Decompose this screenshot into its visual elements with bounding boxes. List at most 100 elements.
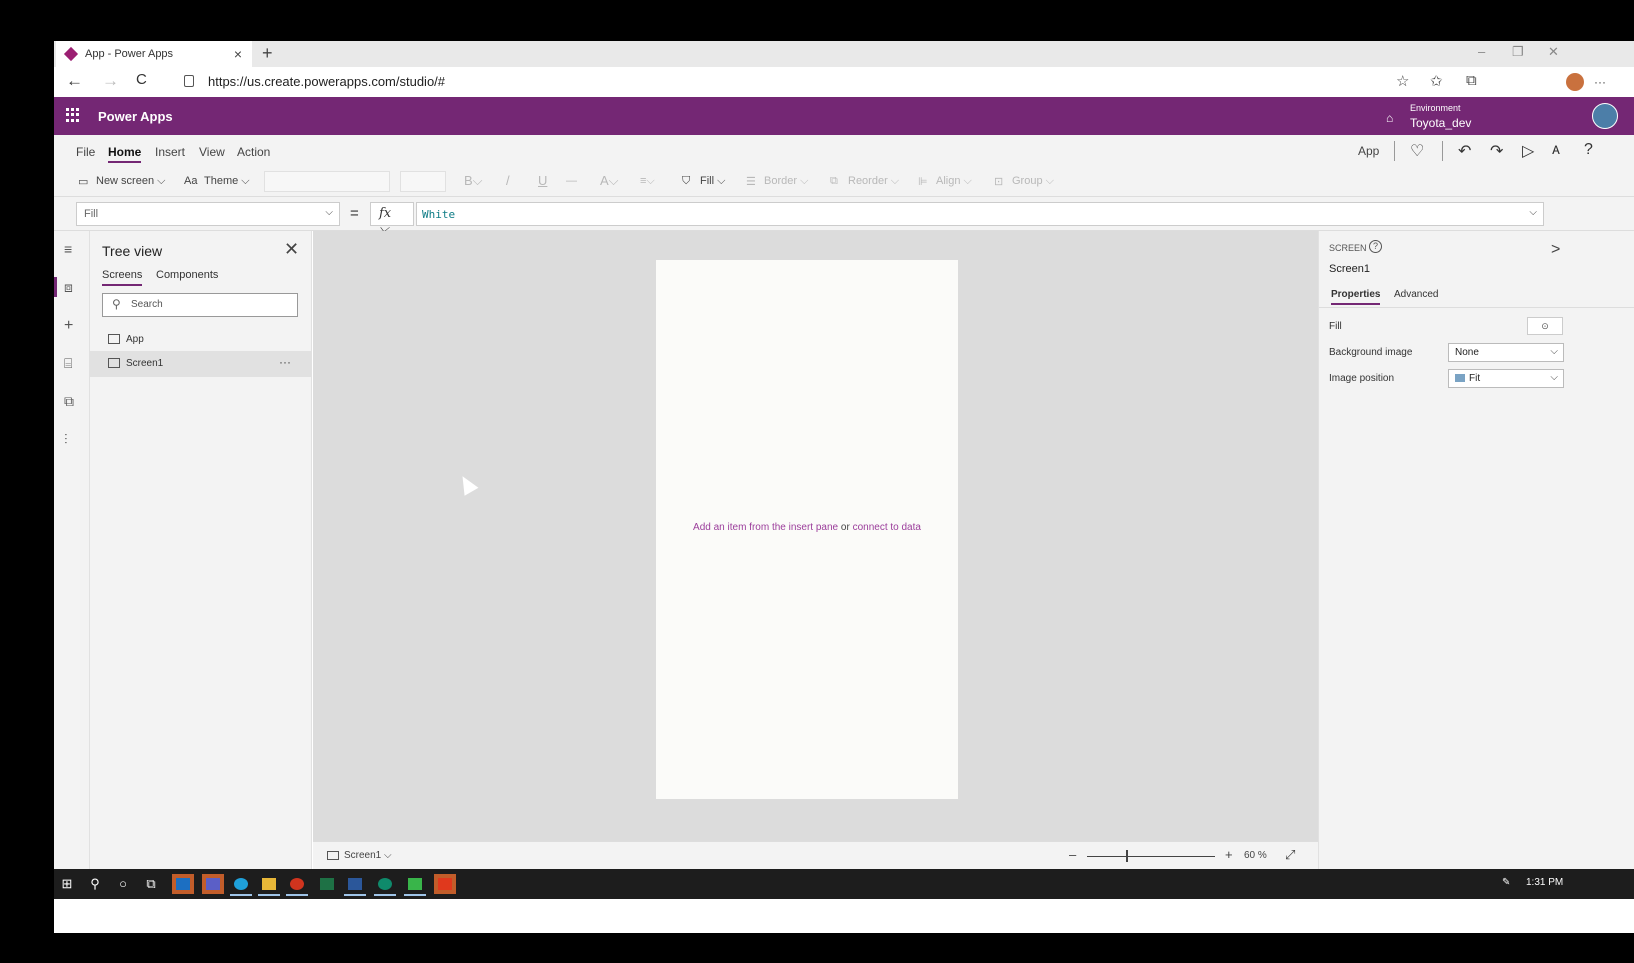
back-button[interactable]: ← xyxy=(66,71,83,91)
text-align-button[interactable]: ≡⌵ xyxy=(640,175,655,188)
zoom-out-button[interactable]: – xyxy=(1069,847,1076,862)
connect-to-data-link[interactable]: connect to data xyxy=(853,522,921,533)
collections-icon[interactable]: ⧉ xyxy=(1466,72,1477,89)
divider xyxy=(1394,141,1395,161)
fill-button[interactable]: Fill ⌵ xyxy=(700,175,725,188)
expand-formula-icon[interactable]: ⌵ xyxy=(1529,207,1537,218)
help-icon[interactable]: ? xyxy=(1584,141,1593,159)
cortana-icon[interactable]: ○ xyxy=(114,875,132,893)
help-icon[interactable]: ? xyxy=(1369,240,1382,253)
camtasia-recorder-icon[interactable] xyxy=(434,874,456,894)
tab-properties[interactable]: Properties xyxy=(1331,289,1381,305)
advanced-tools-icon[interactable]: ⫶ xyxy=(64,431,68,448)
url-field[interactable]: https://us.create.powerapps.com/studio/# xyxy=(208,74,445,89)
tree-search-input[interactable]: ⚲ Search xyxy=(102,293,298,317)
formula-input[interactable]: White ⌵ xyxy=(416,202,1544,226)
new-screen-button[interactable]: New screen ⌵ xyxy=(96,175,165,188)
zoom-in-button[interactable]: + xyxy=(1225,847,1233,862)
border-button[interactable]: Border ⌵ xyxy=(764,175,808,188)
screen-selector[interactable]: Screen1 ⌵ xyxy=(327,850,392,861)
favorites-icon[interactable]: ✩ xyxy=(1430,72,1443,90)
data-icon[interactable]: ⌸ xyxy=(64,355,72,372)
reorder-button[interactable]: Reorder ⌵ xyxy=(848,175,899,188)
hamburger-icon[interactable]: ≡ xyxy=(64,241,72,257)
menu-file[interactable]: File xyxy=(76,145,95,159)
excel-icon[interactable] xyxy=(316,874,338,894)
font-color-button[interactable]: A⌵ xyxy=(600,173,619,189)
font-family-select[interactable] xyxy=(264,171,390,192)
strikethrough-button[interactable]: — xyxy=(566,175,577,187)
tree-item-screen1[interactable]: Screen1 ··· xyxy=(90,351,312,377)
image-position-dropdown[interactable]: Fit ⌵ xyxy=(1448,369,1564,388)
zoom-slider-thumb[interactable] xyxy=(1126,850,1128,862)
zoom-slider[interactable] xyxy=(1087,856,1215,857)
outlook-icon[interactable] xyxy=(172,874,194,894)
redo-icon[interactable]: ↷ xyxy=(1490,141,1503,161)
file-explorer-icon[interactable] xyxy=(258,874,280,896)
app-screen-canvas[interactable]: Add an item from the insert pane or conn… xyxy=(656,260,958,799)
tab-screens[interactable]: Screens xyxy=(102,269,143,286)
app-launcher-icon[interactable] xyxy=(66,108,80,122)
control-type-label: SCREEN xyxy=(1329,243,1367,253)
bold-button[interactable]: B⌵ xyxy=(464,173,483,189)
clock[interactable]: 1:31 PM xyxy=(1526,877,1563,888)
user-avatar[interactable] xyxy=(1592,103,1618,129)
close-icon[interactable]: ✕ xyxy=(284,239,299,260)
window-close-button[interactable]: ✕ xyxy=(1548,44,1559,60)
reload-button[interactable]: C xyxy=(136,71,147,88)
underline-button[interactable]: U xyxy=(538,173,547,188)
tab-advanced[interactable]: Advanced xyxy=(1394,289,1438,300)
media-icon[interactable]: ⧉ xyxy=(64,393,74,410)
insert-pane-link[interactable]: Add an item from the insert pane xyxy=(693,522,838,533)
property-dropdown[interactable]: Fill ⌵ xyxy=(76,202,340,226)
more-options-icon[interactable]: ··· xyxy=(279,355,291,369)
insert-icon[interactable]: + xyxy=(64,317,73,335)
fit-to-window-icon[interactable]: ⤢ xyxy=(1285,847,1295,863)
task-view-icon[interactable]: ⧉ xyxy=(142,875,160,893)
add-favorite-icon[interactable]: ☆ xyxy=(1396,72,1409,90)
theme-button[interactable]: Theme ⌵ xyxy=(204,175,250,188)
windows-start-icon[interactable]: ⊞ xyxy=(58,875,76,893)
browser-menu-button[interactable]: ··· xyxy=(1594,75,1606,89)
background-image-dropdown[interactable]: None ⌵ xyxy=(1448,343,1564,362)
menu-insert[interactable]: Insert xyxy=(155,145,185,159)
tree-view-icon[interactable]: ⧈ xyxy=(64,279,73,296)
new-tab-button[interactable]: + xyxy=(262,43,273,64)
camtasia-green-icon[interactable] xyxy=(404,874,426,896)
browser-tab[interactable]: App - Power Apps × xyxy=(56,41,252,67)
tab-components[interactable]: Components xyxy=(156,269,218,281)
pen-icon[interactable]: ✎ xyxy=(1502,877,1510,888)
pdf-reader-icon[interactable] xyxy=(286,874,308,896)
group-button[interactable]: Group ⌵ xyxy=(1012,175,1054,188)
fill-color-picker[interactable]: ⊙ xyxy=(1527,317,1563,335)
align-button[interactable]: Align ⌵ xyxy=(936,175,972,188)
app-settings-button[interactable]: App xyxy=(1358,144,1379,158)
environment-name[interactable]: Toyota_dev xyxy=(1410,116,1471,130)
collapse-panel-icon[interactable]: > xyxy=(1551,241,1560,259)
restore-button[interactable]: ❐ xyxy=(1512,44,1524,60)
screen-icon xyxy=(108,358,120,368)
control-name[interactable]: Screen1 xyxy=(1329,263,1370,275)
tree-item-app[interactable]: App xyxy=(90,327,312,353)
menu-view[interactable]: View xyxy=(199,145,225,159)
play-icon[interactable]: ▷ xyxy=(1522,141,1534,161)
teams-icon[interactable] xyxy=(202,874,224,894)
browser-profile-avatar[interactable] xyxy=(1566,73,1584,91)
edge-dev-icon[interactable] xyxy=(374,874,396,896)
share-icon[interactable]: ᴀ xyxy=(1552,141,1560,159)
undo-icon[interactable]: ↶ xyxy=(1458,141,1471,161)
italic-button[interactable]: / xyxy=(506,173,510,188)
word-icon[interactable] xyxy=(344,874,366,896)
forward-button[interactable]: → xyxy=(102,71,119,91)
screen: App - Power Apps × + – ❐ ✕ ← → C https:/… xyxy=(54,41,1634,933)
function-button[interactable]: fx ⌵ xyxy=(370,202,414,236)
tab-close-button[interactable]: × xyxy=(234,46,242,62)
edge-icon[interactable] xyxy=(230,874,252,896)
menu-action[interactable]: Action xyxy=(237,145,270,159)
menu-home[interactable]: Home xyxy=(108,145,142,163)
search-icon[interactable]: ⚲ xyxy=(86,875,104,893)
font-size-select[interactable] xyxy=(400,171,446,192)
app-checker-icon[interactable]: ♡ xyxy=(1410,141,1424,161)
minimize-button[interactable]: – xyxy=(1478,44,1485,59)
divider xyxy=(1442,141,1443,161)
